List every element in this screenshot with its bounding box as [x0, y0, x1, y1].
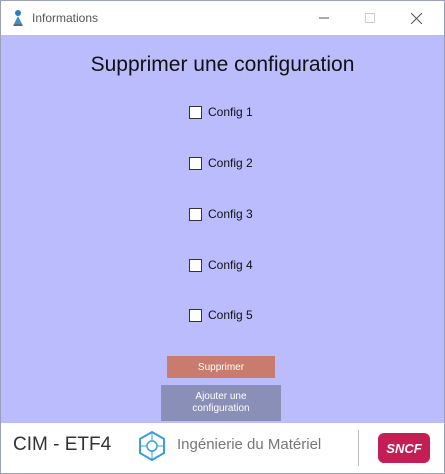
config-2-label: Config 2: [208, 156, 253, 170]
config-4-label: Config 4: [208, 258, 253, 272]
window-title: Informations: [32, 11, 99, 25]
config-5-label: Config 5: [208, 308, 253, 322]
minimize-button[interactable]: [301, 1, 347, 35]
footer-cim-label: CIM - ETF4: [13, 434, 112, 455]
config-5-checkbox-row[interactable]: Config 5: [189, 308, 253, 322]
config-2-checkbox[interactable]: [189, 156, 202, 170]
app-icon: [13, 10, 23, 26]
footer-divider: [358, 430, 359, 466]
config-4-checkbox-row[interactable]: Config 4: [189, 258, 253, 272]
close-icon: [410, 12, 422, 24]
title-bar: Informations: [1, 1, 444, 35]
config-3-label: Config 3: [208, 207, 253, 221]
circuit-brain-icon: [139, 430, 165, 462]
config-5-checkbox[interactable]: [189, 308, 202, 322]
config-1-label: Config 1: [208, 105, 253, 119]
config-3-checkbox[interactable]: [189, 207, 202, 221]
footer-engineering-label: Ingénierie du Matériel: [177, 436, 322, 453]
close-button[interactable]: [393, 1, 439, 35]
add-configuration-button[interactable]: Ajouter une configuration: [161, 385, 281, 421]
config-1-checkbox-row[interactable]: Config 1: [189, 105, 253, 119]
footer-banner: CIM - ETF4 Ingénierie du Matériel SNCF: [1, 423, 444, 473]
app-window: Informations Supprimer une configuration…: [0, 0, 445, 474]
sncf-logo: SNCF: [378, 433, 430, 463]
config-1-checkbox[interactable]: [189, 105, 202, 119]
minimize-icon: [319, 17, 329, 19]
delete-button[interactable]: Supprimer: [167, 356, 275, 378]
client-area: Supprimer une configuration Config 1 Con…: [1, 35, 444, 423]
maximize-button[interactable]: [347, 1, 393, 35]
config-4-checkbox[interactable]: [189, 258, 202, 272]
maximize-icon: [365, 13, 375, 23]
config-3-checkbox-row[interactable]: Config 3: [189, 207, 253, 221]
page-title: Supprimer une configuration: [90, 53, 355, 76]
add-button-line2: configuration: [192, 403, 250, 414]
config-2-checkbox-row[interactable]: Config 2: [189, 156, 253, 170]
add-button-line1: Ajouter une: [195, 391, 247, 402]
